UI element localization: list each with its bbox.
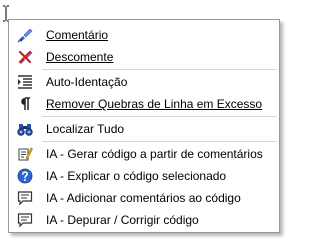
menu-item-label: Auto-Identação — [46, 75, 128, 89]
menu-item-label: Descomente — [46, 50, 114, 64]
menu-item-label: Remover Quebras de Linha em Excesso — [46, 97, 263, 111]
menu-item-ai-debug[interactable]: IA - Depurar / Corrigir código — [11, 209, 277, 231]
menu-item-ai-explain[interactable]: IA - Explicar o código selecionado — [11, 165, 277, 187]
uncomment-brush-icon — [18, 50, 33, 64]
menu-separator — [42, 141, 277, 142]
menu-item-uncomment[interactable]: Descomente — [11, 46, 277, 68]
menu-item-remove-line-breaks[interactable]: Remover Quebras de Linha em Excesso — [11, 93, 277, 115]
menu-item-find-all[interactable]: Localizar Tudo — [11, 118, 277, 140]
ai-generate-icon — [18, 147, 33, 161]
menu-item-ai-add-comments[interactable]: IA - Adicionar comentários ao código — [11, 187, 277, 209]
ai-comment-icon — [17, 191, 33, 206]
editor-background: Comentário Descomente Auto-Identação Rem… — [0, 0, 286, 240]
menu-item-label: Localizar Tudo — [46, 122, 125, 136]
menu-separator — [42, 116, 277, 117]
menu-item-auto-indent[interactable]: Auto-Identação — [11, 71, 277, 93]
comment-brush-icon — [17, 28, 33, 43]
menu-separator — [42, 69, 277, 70]
menu-item-comment[interactable]: Comentário — [11, 24, 277, 46]
indent-icon — [18, 75, 32, 89]
menu-item-ai-generate[interactable]: IA - Gerar código a partir de comentário… — [11, 143, 277, 165]
binoculars-icon — [17, 124, 33, 136]
menu-item-label: IA - Gerar código a partir de comentário… — [46, 147, 263, 161]
menu-item-label: IA - Explicar o código selecionado — [46, 169, 227, 183]
context-menu: Comentário Descomente Auto-Identação Rem… — [8, 19, 280, 233]
pilcrow-icon — [21, 97, 30, 110]
ai-explain-icon — [17, 168, 33, 184]
menu-item-label: Comentário — [46, 28, 109, 42]
menu-item-label: IA - Depurar / Corrigir código — [46, 213, 199, 227]
menu-item-label: IA - Adicionar comentários ao código — [46, 191, 241, 205]
ai-debug-icon — [17, 213, 33, 228]
